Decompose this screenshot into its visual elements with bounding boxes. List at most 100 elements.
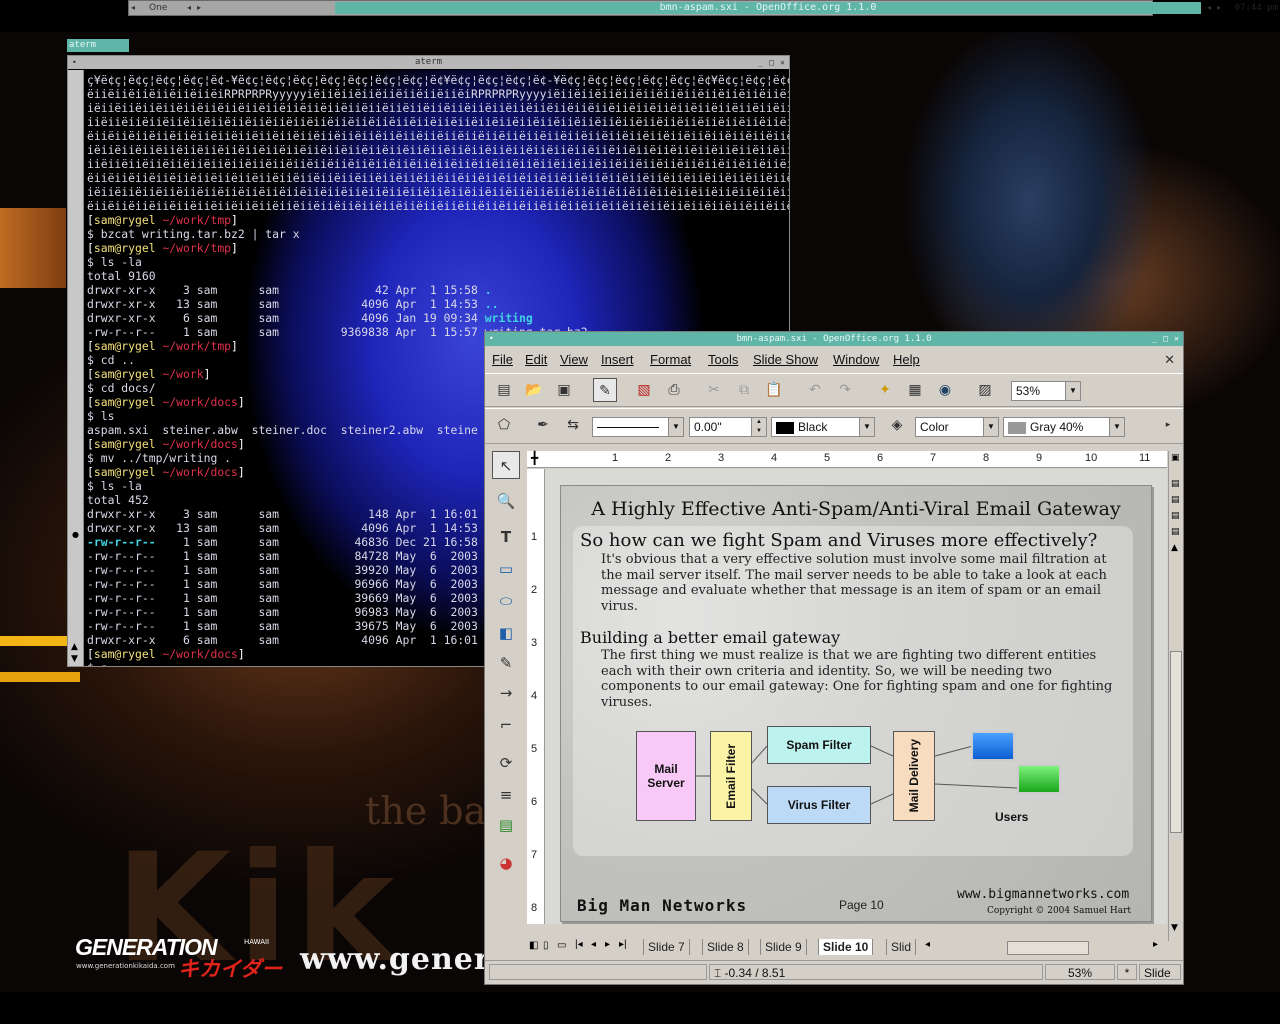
tab-slide-7[interactable]: Slide 7 — [643, 939, 690, 955]
horizontal-ruler[interactable]: ╋ 1 2 3 4 5 6 7 8 9 10 11 — [527, 451, 1167, 468]
window-menu-icon[interactable]: • — [489, 333, 494, 344]
area-fill-icon[interactable]: ◈ — [885, 413, 909, 437]
first-slide-icon[interactable]: |◂ — [575, 939, 583, 950]
select-pointer-icon[interactable]: ↖ — [492, 451, 520, 479]
scroll-up-icon[interactable]: ▲ — [71, 642, 78, 652]
aterm-scrollbar[interactable]: ▲ ▼ ● — [68, 70, 84, 666]
outline-view-icon[interactable]: ▯ — [543, 940, 549, 951]
maximize-icon[interactable]: □ — [1163, 333, 1168, 344]
close-icon[interactable]: ✕ — [780, 57, 785, 68]
navigator-icon[interactable]: ✦ — [873, 378, 897, 402]
redo-icon[interactable]: ↷ — [833, 378, 857, 402]
view-mode-icon[interactable]: ▤ — [1171, 527, 1180, 537]
menu-window[interactable]: Window — [833, 352, 879, 367]
ruler-origin-icon[interactable]: ╋ — [531, 451, 538, 465]
desktop-switch-left-icon[interactable]: ◂ — [187, 2, 191, 14]
menu-edit[interactable]: Edit — [525, 352, 547, 367]
spin-icon[interactable]: ▲ ▼ — [751, 418, 766, 436]
chevron-down-icon[interactable]: ▼ — [1109, 418, 1124, 436]
edit-file-icon[interactable]: ✎ — [593, 378, 617, 402]
menu-view[interactable]: View — [560, 352, 588, 367]
line-color-select[interactable]: Black ▼ — [771, 417, 875, 437]
scroll-thumb[interactable] — [1170, 651, 1182, 833]
scroll-down-icon[interactable]: ▼ — [71, 654, 78, 664]
status-zoom[interactable]: 53% — [1045, 964, 1115, 980]
rectangle-icon[interactable]: ▭ — [492, 555, 520, 583]
chevron-down-icon[interactable]: ▼ — [983, 418, 998, 436]
scroll-down-icon[interactable]: ▼ — [1171, 923, 1178, 933]
menu-format[interactable]: Format — [650, 352, 691, 367]
close-icon[interactable]: ✕ — [1174, 333, 1179, 344]
minimize-icon[interactable]: _ — [1152, 333, 1157, 344]
maximize-icon[interactable]: □ — [769, 57, 774, 68]
export-pdf-icon[interactable]: ▧ — [632, 378, 656, 402]
undo-icon[interactable]: ↶ — [803, 378, 827, 402]
vertical-ruler[interactable]: 1 2 3 4 5 6 7 8 — [527, 469, 545, 924]
toolbar-more-icon[interactable]: ▸ — [1161, 413, 1175, 437]
text-icon[interactable]: T — [492, 523, 520, 551]
minimize-icon[interactable]: _ — [758, 57, 763, 68]
cut-icon[interactable]: ✂ — [702, 378, 726, 402]
vertical-scrollbar[interactable]: ▣ ▤ ▤ ▤ ▤ ▲ ▼ — [1168, 451, 1183, 941]
notes-view-icon[interactable]: ▭ — [557, 940, 566, 951]
lines-arrows-icon[interactable]: → — [492, 679, 520, 707]
aterm-titlebar[interactable]: aterm • _ □ ✕ — [68, 56, 789, 69]
edit-points-icon[interactable]: ⬠ — [492, 413, 516, 437]
area-color-select[interactable]: Gray 40% ▼ — [1003, 417, 1125, 437]
arrange-icon[interactable]: ▤ — [492, 811, 520, 839]
line-icon[interactable]: ✒ — [531, 413, 555, 437]
hscroll-left-icon[interactable]: ◂ — [925, 939, 930, 950]
chevron-down-icon[interactable]: ▼ — [859, 418, 874, 436]
active-task-title[interactable]: bmn-aspam.sxi - OpenOffice.org 1.1.0 — [335, 2, 1201, 14]
menu-tools[interactable]: Tools — [708, 352, 738, 367]
slide-view-icon[interactable]: ◧ — [529, 940, 538, 951]
menu-file[interactable]: File — [492, 352, 513, 367]
desktop-name[interactable]: One — [131, 2, 183, 14]
slide-title[interactable]: A Highly Effective Anti-Spam/Anti-Viral … — [561, 498, 1151, 520]
paste-icon[interactable]: 📋 — [762, 378, 786, 402]
slide[interactable]: A Highly Effective Anti-Spam/Anti-Viral … — [560, 485, 1152, 922]
zoom-select[interactable]: 53% ▼ — [1011, 381, 1081, 401]
3d-effects-icon[interactable]: ◕ — [492, 849, 520, 877]
view-mode-icon[interactable]: ▤ — [1171, 479, 1180, 489]
tab-slide-11[interactable]: Slid — [886, 939, 917, 955]
tab-slide-8[interactable]: Slide 8 — [702, 939, 749, 955]
view-mode-icon[interactable]: ▤ — [1171, 495, 1180, 505]
area-style-select[interactable]: Color ▼ — [915, 417, 999, 437]
desktop-switch-right-icon[interactable]: ▸ — [197, 2, 201, 14]
tab-slide-10[interactable]: Slide 10 — [818, 939, 874, 955]
slide-canvas[interactable]: A Highly Effective Anti-Spam/Anti-Viral … — [545, 469, 1167, 924]
scroll-thumb[interactable]: ● — [72, 530, 79, 539]
hscroll-right-icon[interactable]: ▸ — [1153, 939, 1158, 950]
align-icon[interactable]: ≡ — [492, 781, 520, 809]
effects-icon[interactable]: ⟳ — [492, 749, 520, 777]
image-icon[interactable]: ▨ — [973, 378, 997, 402]
prev-slide-icon[interactable]: ◂ — [591, 939, 596, 950]
close-document-icon[interactable]: ✕ — [1164, 352, 1175, 368]
new-document-icon[interactable]: ▤ — [492, 378, 516, 402]
arrow-style-icon[interactable]: ⇆ — [561, 413, 585, 437]
last-slide-icon[interactable]: ▸| — [619, 939, 627, 950]
menu-help[interactable]: Help — [893, 352, 920, 367]
menu-insert[interactable]: Insert — [601, 352, 634, 367]
3d-object-icon[interactable]: ◧ — [492, 619, 520, 647]
curve-icon[interactable]: ✎ — [492, 649, 520, 677]
impress-titlebar[interactable]: bmn-aspam.sxi - OpenOffice.org 1.1.0 • _… — [485, 332, 1183, 346]
data-sources-icon[interactable]: ◉ — [933, 378, 957, 402]
menu-slide-show[interactable]: Slide Show — [753, 352, 818, 367]
ellipse-icon[interactable]: ⬭ — [492, 587, 520, 615]
slide-content-area[interactable]: So how can we fight Spam and Viruses mor… — [573, 526, 1133, 856]
view-mode-icon[interactable]: ▤ — [1171, 511, 1180, 521]
scroll-up-icon[interactable]: ▲ — [1171, 543, 1178, 553]
line-style-select[interactable]: ▼ — [592, 417, 684, 437]
hscroll-thumb[interactable] — [1007, 941, 1089, 955]
save-icon[interactable]: ▣ — [552, 378, 576, 402]
next-slide-icon[interactable]: ▸ — [605, 939, 610, 950]
gallery-icon[interactable]: ▦ — [903, 378, 927, 402]
zoom-icon[interactable]: 🔍 — [492, 487, 520, 515]
window-menu-icon[interactable]: • — [72, 57, 77, 68]
copy-icon[interactable]: ⧉ — [732, 378, 756, 402]
tab-slide-9[interactable]: Slide 9 — [760, 939, 807, 955]
print-icon[interactable]: ⎙ — [662, 378, 686, 402]
chevron-down-icon[interactable]: ▼ — [668, 418, 683, 436]
